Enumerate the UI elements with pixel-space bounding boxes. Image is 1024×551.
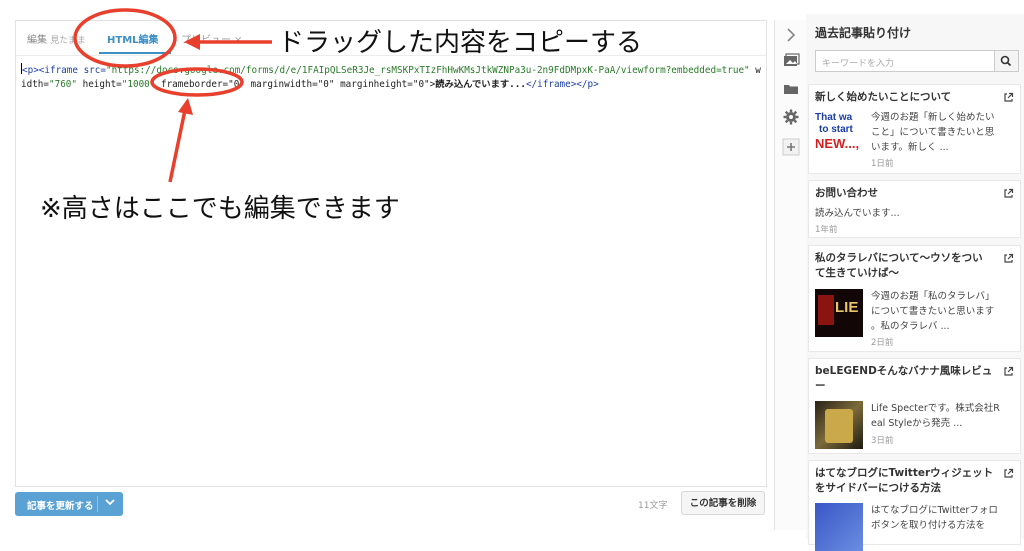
height-highlight-circle [150, 67, 244, 97]
height-edit-annotation: ※高さはここでも編集できます [40, 194, 400, 224]
arrowhead-icon [178, 98, 193, 115]
arrow-to-height [168, 109, 187, 183]
annotation-overlay [73, 8, 272, 183]
arrowhead-icon [184, 34, 200, 50]
drag-copy-annotation: ドラッグした内容をコピーする [278, 28, 643, 58]
tab-highlight-circle [73, 8, 177, 68]
